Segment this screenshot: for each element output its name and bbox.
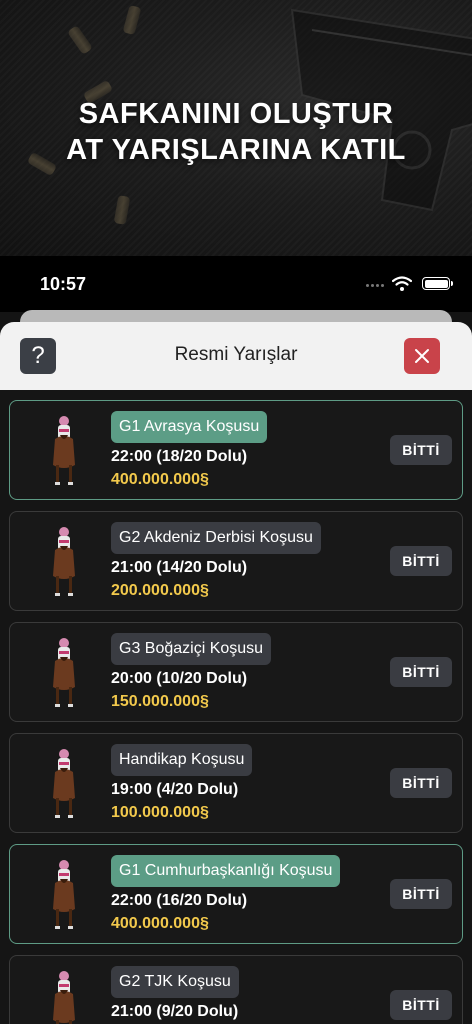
jockey-horse-icon: [53, 860, 75, 929]
race-prize: 200.000.000§: [111, 582, 209, 599]
race-status-button[interactable]: BİTTİ: [390, 657, 452, 687]
race-name: G1 Cumhurbaşkanlığı Koşusu: [111, 855, 341, 887]
race-status-button[interactable]: BİTTİ: [390, 879, 452, 909]
race-name: G2 TJK Koşusu: [111, 966, 239, 998]
race-prize: 400.000.000§: [111, 471, 209, 488]
race-time: 22:00 (16/20 Dolu): [111, 892, 248, 909]
race-status-button[interactable]: BİTTİ: [390, 546, 452, 576]
promo-title-line2: AT YARIŞLARINA KATIL: [66, 134, 406, 166]
promo-title-line1: SAFKANINI OLUŞTUR: [78, 98, 394, 130]
race-name: G2 Akdeniz Derbisi Koşusu: [111, 522, 321, 554]
wifi-icon: [392, 276, 412, 291]
race-status-button[interactable]: BİTTİ: [390, 768, 452, 798]
race-time: 22:00 (18/20 Dolu): [111, 448, 248, 465]
jockey-horse-icon: [53, 527, 75, 596]
race-card[interactable]: G1 Avrasya Koşusu 22:00 (18/20 Dolu) 400…: [9, 400, 463, 500]
jockey-horse-icon: [53, 749, 75, 818]
race-time: 21:00 (9/20 Dolu): [111, 1003, 239, 1020]
race-list: G1 Avrasya Koşusu 22:00 (18/20 Dolu) 400…: [9, 400, 463, 1024]
official-races-modal: ? Resmi Yarışlar G1 Avrasya Koşusu 22:00…: [0, 322, 472, 1024]
race-time: 20:00 (10/20 Dolu): [111, 670, 248, 687]
race-prize: 400.000.000§: [111, 915, 209, 932]
race-time: 21:00 (14/20 Dolu): [111, 559, 248, 576]
jockey-horse-icon: [53, 638, 75, 707]
signal-icon: [366, 284, 384, 287]
race-name: G1 Avrasya Koşusu: [111, 411, 268, 443]
race-name: G3 Boğaziçi Koşusu: [111, 633, 272, 665]
modal-header: ? Resmi Yarışlar: [0, 322, 472, 390]
status-time: 10:57: [40, 274, 87, 294]
close-button[interactable]: [404, 338, 440, 374]
race-prize: 150.000.000§: [111, 693, 209, 710]
jockey-horse-icon: [53, 971, 75, 1024]
promo-banner: SAFKANINI OLUŞTUR AT YARIŞLARINA KATIL: [0, 0, 472, 256]
race-time: 19:00 (4/20 Dolu): [111, 781, 239, 798]
modal-title: Resmi Yarışlar: [174, 344, 298, 365]
race-card[interactable]: G2 TJK Koşusu 21:00 (9/20 Dolu) BİTTİ: [9, 955, 463, 1024]
battery-icon: [422, 277, 453, 290]
race-card[interactable]: G2 Akdeniz Derbisi Koşusu 21:00 (14/20 D…: [9, 511, 463, 611]
status-bar: 10:57: [0, 256, 472, 312]
jockey-horse-icon: [53, 416, 75, 485]
race-card[interactable]: G3 Boğaziçi Koşusu 20:00 (10/20 Dolu) 15…: [9, 622, 463, 722]
close-icon: [415, 349, 429, 363]
race-status-button[interactable]: BİTTİ: [390, 990, 452, 1020]
race-card[interactable]: Handikap Koşusu 19:00 (4/20 Dolu) 100.00…: [9, 733, 463, 833]
race-prize: 100.000.000§: [111, 804, 209, 821]
promo-title: SAFKANINI OLUŞTUR AT YARIŞLARINA KATIL: [0, 96, 472, 168]
race-status-button[interactable]: BİTTİ: [390, 435, 452, 465]
race-card[interactable]: G1 Cumhurbaşkanlığı Koşusu 22:00 (16/20 …: [9, 844, 463, 944]
race-name: Handikap Koşusu: [111, 744, 253, 776]
